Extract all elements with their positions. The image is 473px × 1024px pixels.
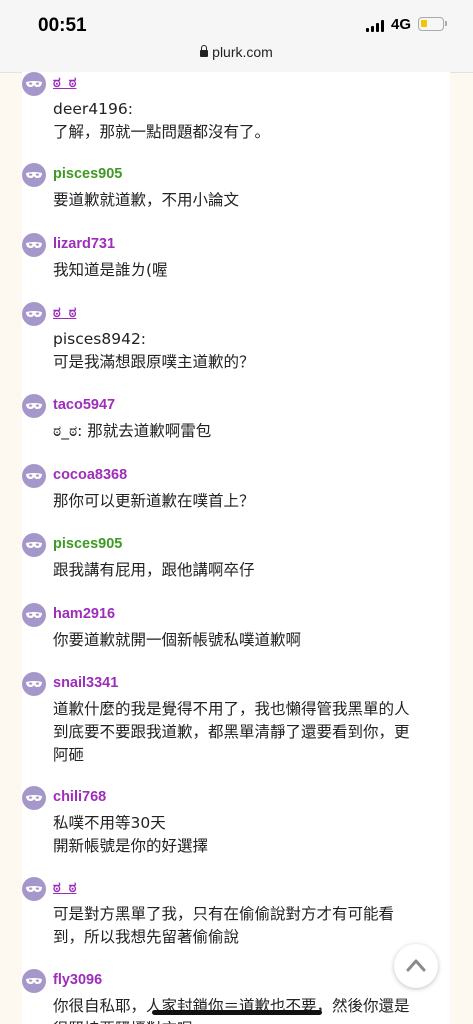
home-indicator bbox=[152, 1010, 322, 1015]
response-text: 私噗不用等30天 開新帳號是你的好選擇 bbox=[53, 814, 209, 855]
response-text: 我知道是誰ㄌ(喔 bbox=[53, 261, 168, 279]
response-text: 你要道歉就開一個新帳號私噗道歉啊 bbox=[53, 631, 302, 649]
response-text: 可是對方黑單了我，只有在偷偷說對方才有可能看到，所以我想先留著偷偷說 bbox=[53, 905, 395, 946]
signal-icon bbox=[366, 20, 384, 32]
response-author[interactable]: ಠ_ಠ bbox=[53, 75, 76, 91]
scroll-to-top-button[interactable] bbox=[394, 944, 438, 988]
response-author[interactable]: chili768 bbox=[53, 789, 106, 805]
plurk-responses[interactable]: ಠ_ಠ deer4196: 了解，那就一點問題都沒有了。 pisces905 要… bbox=[0, 72, 473, 1024]
clock: 00:51 bbox=[38, 15, 87, 36]
response-author[interactable]: ಠ_ಠ bbox=[53, 305, 76, 321]
response-author[interactable]: taco5947 bbox=[53, 397, 115, 413]
response-text: 道歉什麼的我是覺得不用了，我也懶得管我黑單的人到底要不要跟我道歉，都黑單清靜了還… bbox=[53, 700, 410, 764]
anonymous-mask-icon[interactable] bbox=[22, 464, 46, 488]
anonymous-mask-icon[interactable] bbox=[22, 969, 46, 993]
chevron-up-icon bbox=[406, 959, 426, 972]
anonymous-mask-icon[interactable] bbox=[22, 394, 46, 418]
url-text: plurk.com bbox=[212, 44, 273, 60]
network-type: 4G bbox=[391, 16, 412, 33]
anonymous-mask-icon[interactable] bbox=[22, 603, 46, 627]
response-author[interactable]: cocoa8368 bbox=[53, 467, 127, 483]
response-text: deer4196: 了解，那就一點問題都沒有了。 bbox=[53, 100, 271, 141]
address-bar[interactable]: plurk.com bbox=[0, 44, 473, 60]
anonymous-mask-icon[interactable] bbox=[22, 302, 46, 326]
response-author[interactable]: fly3096 bbox=[53, 972, 102, 988]
response-author[interactable]: lizard731 bbox=[53, 236, 115, 252]
response-text: 那你可以更新道歉在噗首上？ bbox=[53, 492, 255, 510]
anonymous-mask-icon[interactable] bbox=[22, 72, 46, 96]
anonymous-mask-icon[interactable] bbox=[22, 163, 46, 187]
status-bar: 00:51 4G plurk.com bbox=[0, 0, 473, 73]
anonymous-mask-icon[interactable] bbox=[22, 233, 46, 257]
lock-icon bbox=[200, 45, 209, 57]
response-author[interactable]: ham2916 bbox=[53, 606, 115, 622]
anonymous-mask-icon[interactable] bbox=[22, 533, 46, 557]
response-text: ಠ_ಠ: 那就去道歉啊雷包 bbox=[53, 422, 212, 440]
response-author[interactable]: pisces905 bbox=[53, 536, 122, 552]
response-text: 要道歉就道歉，不用小論文 bbox=[53, 191, 240, 209]
anonymous-mask-icon[interactable] bbox=[22, 672, 46, 696]
anonymous-mask-icon[interactable] bbox=[22, 877, 46, 901]
anonymous-mask-icon[interactable] bbox=[22, 786, 46, 810]
response-text: 跟我講有屁用，跟他講啊卒仔 bbox=[53, 561, 255, 579]
response-text: pisces8942: 可是我滿想跟原噗主道歉的？ bbox=[53, 330, 255, 371]
battery-icon bbox=[418, 17, 447, 31]
response-author[interactable]: pisces905 bbox=[53, 166, 122, 182]
response-author[interactable]: ಠ_ಠ bbox=[53, 880, 76, 896]
response-author[interactable]: snail3341 bbox=[53, 675, 118, 691]
